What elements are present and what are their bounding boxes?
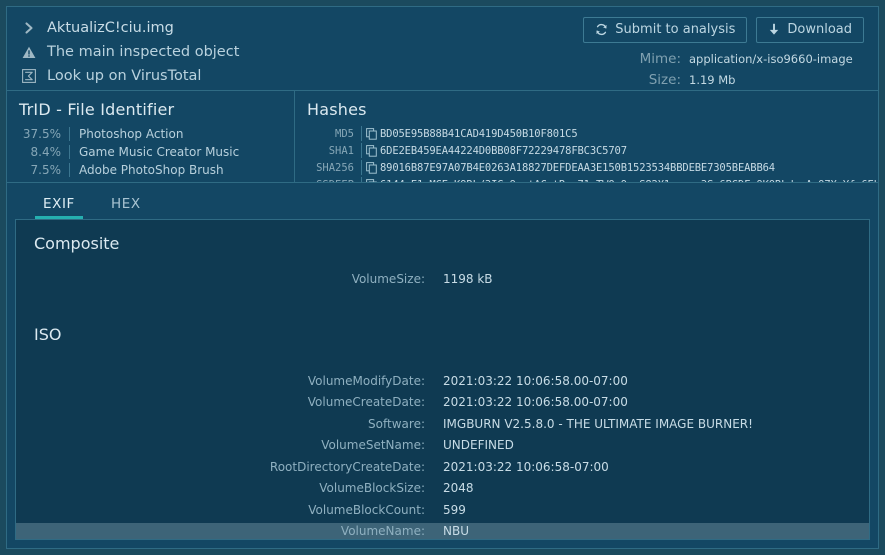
exif-section-title-composite: Composite bbox=[34, 234, 120, 253]
mime-label: Mime: bbox=[639, 51, 681, 67]
exif-row: VolumeCreateDate: 2021:03:22 10:06:58.00… bbox=[16, 394, 869, 416]
trid-name: Game Music Creator Music bbox=[69, 145, 239, 159]
trid-row: 7.5% Adobe PhotoShop Brush bbox=[19, 161, 294, 179]
exif-value: 2021:03:22 10:06:58.00-07:00 bbox=[443, 373, 628, 388]
hash-value: 6144:E1aMCErK9RL/3IGn9qetACotRyy71zTWOw9… bbox=[380, 179, 878, 183]
trid-title: TrID - File Identifier bbox=[19, 100, 175, 119]
trid-row: 8.4% Game Music Creator Music bbox=[19, 143, 294, 161]
exif-value: 2021:03:22 10:06:58.00-07:00 bbox=[443, 395, 628, 409]
trid-panel: TrID - File Identifier 37.5% Photoshop A… bbox=[7, 91, 295, 182]
filename-label: AktualizC!ciu.img bbox=[47, 20, 174, 36]
exif-row: VolumeSetName: UNDEFINED bbox=[16, 437, 869, 459]
exif-key: RootDirectoryCreateDate: bbox=[269, 459, 425, 474]
hashes-title: Hashes bbox=[307, 100, 367, 119]
trid-percent: 37.5% bbox=[22, 127, 61, 141]
exif-row: VolumeBlockSize: 2048 bbox=[16, 480, 869, 502]
submit-to-analysis-label: Submit to analysis bbox=[615, 22, 736, 37]
exif-value: 599 bbox=[443, 502, 466, 517]
exif-value: 2048 bbox=[443, 481, 474, 495]
tab-exif[interactable]: EXIF bbox=[25, 196, 93, 219]
action-button-row: Submit to analysis Download bbox=[583, 17, 864, 43]
exif-key: VolumeBlockSize: bbox=[319, 481, 425, 495]
warning-triangle-icon bbox=[21, 46, 37, 59]
file-meta-list: Mime: application/x-iso9660-image Size: … bbox=[586, 51, 864, 93]
hash-label: MD5 bbox=[335, 127, 354, 140]
exif-key: Software: bbox=[368, 416, 425, 431]
copy-icon[interactable] bbox=[362, 161, 380, 174]
hash-value: BD05E95B88B41CAD419D450B10F801C5 bbox=[380, 127, 578, 140]
hash-label: SSDEEP bbox=[307, 179, 361, 183]
download-arrow-icon bbox=[768, 23, 780, 36]
download-label: Download bbox=[787, 22, 852, 37]
hash-label: SHA1 bbox=[328, 144, 354, 157]
file-analysis-window: AktualizC!ciu.img The main inspected obj… bbox=[6, 6, 879, 549]
download-button[interactable]: Download bbox=[756, 17, 864, 43]
header-main-object-row: The main inspected object bbox=[21, 40, 586, 64]
sigma-virustotal-icon bbox=[21, 69, 37, 83]
exif-row: VolumeModifyDate: 2021:03:22 10:06:58.00… bbox=[16, 373, 869, 395]
hash-value: 89016B87E97A07B4E0263A18827DEFDEAA3E150B… bbox=[380, 161, 775, 174]
copy-icon[interactable] bbox=[362, 127, 380, 140]
exif-value: NBU bbox=[443, 524, 469, 538]
exif-value: UNDEFINED bbox=[443, 438, 514, 452]
hash-row-sha256: SHA256 89016B87E97A07B4E0263A18827DEFDEA… bbox=[307, 159, 878, 176]
exif-key: VolumeSetName: bbox=[321, 438, 425, 452]
virustotal-label: Look up on VirusTotal bbox=[47, 68, 202, 84]
exif-row: RootDirectoryCreateDate: 2021:03:22 10:0… bbox=[16, 459, 869, 481]
refresh-icon bbox=[595, 23, 608, 36]
exif-row: VolumeSize: 1198 kB bbox=[16, 271, 869, 293]
exif-content-panel[interactable]: Composite VolumeSize: 1198 kB ISO Volume… bbox=[15, 219, 870, 540]
exif-key: VolumeModifyDate: bbox=[307, 373, 425, 388]
meta-row-mime: Mime: application/x-iso9660-image bbox=[586, 51, 864, 72]
trid-row: 37.5% Photoshop Action bbox=[19, 125, 294, 143]
exif-key: VolumeName: bbox=[340, 524, 425, 538]
mime-value: application/x-iso9660-image bbox=[689, 52, 853, 66]
content-wrapper: Composite VolumeSize: 1198 kB ISO Volume… bbox=[7, 219, 878, 548]
main-object-label: The main inspected object bbox=[47, 44, 240, 60]
copy-icon[interactable] bbox=[362, 144, 380, 157]
submit-to-analysis-button[interactable]: Submit to analysis bbox=[583, 17, 748, 43]
trid-percent: 7.5% bbox=[30, 163, 62, 177]
exif-value: 1198 kB bbox=[443, 272, 493, 286]
exif-key: VolumeBlockCount: bbox=[308, 502, 425, 517]
exif-value: IMGBURN V2.5.8.0 - THE ULTIMATE IMAGE BU… bbox=[443, 416, 753, 431]
header-virustotal-row[interactable]: Look up on VirusTotal bbox=[21, 64, 586, 88]
trid-name: Adobe PhotoShop Brush bbox=[69, 163, 224, 177]
exif-key: VolumeSize: bbox=[351, 272, 425, 286]
trid-percent: 8.4% bbox=[30, 145, 62, 159]
size-value: 1.19 Mb bbox=[689, 73, 736, 87]
trid-name: Photoshop Action bbox=[69, 127, 183, 141]
header-filename-row[interactable]: AktualizC!ciu.img bbox=[21, 16, 586, 40]
chevron-right-icon bbox=[21, 22, 37, 34]
header: AktualizC!ciu.img The main inspected obj… bbox=[7, 7, 878, 91]
exif-key: VolumeCreateDate: bbox=[307, 395, 425, 409]
hashes-panel: Hashes MD5 BD05E95B88B41CAD419D450B10F80… bbox=[295, 91, 878, 182]
tab-hex-label: HEX bbox=[110, 196, 141, 212]
hash-row-sha1: SHA1 6DE2EB459EA44224D0BB08F72229478FBC3… bbox=[307, 142, 878, 159]
hash-value: 6DE2EB459EA44224D0BB08F72229478FBC3C5707 bbox=[380, 144, 627, 157]
size-label: Size: bbox=[648, 72, 681, 88]
tab-bar: EXIF HEX bbox=[7, 183, 878, 219]
header-file-info: AktualizC!ciu.img The main inspected obj… bbox=[7, 7, 586, 88]
tab-exif-label: EXIF bbox=[43, 196, 75, 212]
exif-section-title-iso: ISO bbox=[34, 324, 62, 344]
hash-row-md5: MD5 BD05E95B88B41CAD419D450B10F801C5 bbox=[307, 125, 878, 142]
header-actions: Submit to analysis Download Mime: applic… bbox=[583, 7, 878, 93]
exif-row: Software: IMGBURN V2.5.8.0 - THE ULTIMAT… bbox=[16, 416, 869, 438]
copy-icon[interactable] bbox=[362, 178, 380, 182]
tab-hex[interactable]: HEX bbox=[93, 196, 159, 219]
info-panels: TrID - File Identifier 37.5% Photoshop A… bbox=[7, 91, 878, 183]
hash-row-ssdeep: SSDEEP 6144:E1aMCErK9RL/3IGn9qetACotRyy7… bbox=[307, 176, 878, 182]
exif-row: VolumeBlockCount: 599 bbox=[16, 502, 869, 524]
hash-label: SHA256 bbox=[316, 161, 354, 174]
exif-row-highlighted[interactable]: VolumeName: NBU bbox=[16, 523, 869, 539]
exif-value: 2021:03:22 10:06:58-07:00 bbox=[443, 459, 609, 474]
meta-row-size: Size: 1.19 Mb bbox=[586, 72, 864, 93]
